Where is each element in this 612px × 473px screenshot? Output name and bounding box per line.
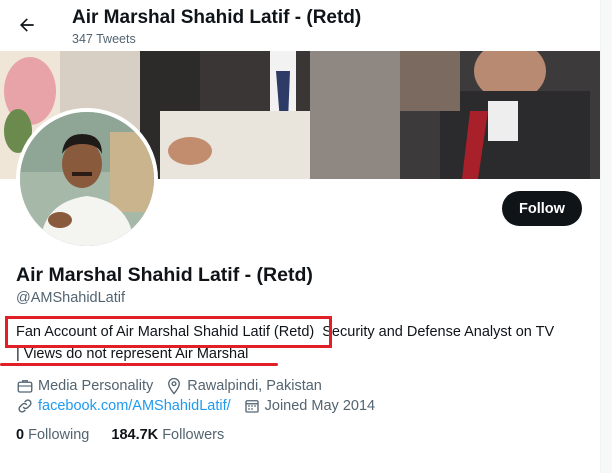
follow-stats: 0 Following 184.7K Followers xyxy=(16,427,242,443)
profile-meta-row-1: Media Personality Rawalpindi, Pakistan xyxy=(16,377,334,395)
followers-count: 184.7K xyxy=(111,427,159,443)
profile-joined: Joined May 2014 xyxy=(243,397,375,415)
profile-header-bar: Air Marshal Shahid Latif - (Retd) 347 Tw… xyxy=(0,0,600,51)
highlight-underline-annotation xyxy=(0,363,278,366)
profile-meta-row-2: facebook.com/AMShahidLatif/ Joined May 2… xyxy=(16,397,387,415)
highlight-box-annotation xyxy=(5,316,332,348)
location-text: Rawalpindi, Pakistan xyxy=(187,378,322,394)
back-arrow-icon xyxy=(20,18,34,32)
following-label: Following xyxy=(28,427,90,443)
followers-label: Followers xyxy=(162,427,225,443)
scrollbar-track[interactable] xyxy=(600,0,612,473)
profile-website[interactable]: facebook.com/AMShahidLatif/ xyxy=(16,397,231,415)
location-pin-icon xyxy=(168,377,181,395)
avatar-photo xyxy=(20,112,154,246)
bio-line-2: | Views do not represent Air Marshal xyxy=(16,346,249,362)
profile-category: Media Personality xyxy=(16,377,153,395)
back-button[interactable] xyxy=(10,8,44,42)
profile-avatar[interactable] xyxy=(16,108,158,250)
calendar-icon xyxy=(244,400,259,413)
header-tweet-count: 347 Tweets xyxy=(72,32,136,46)
category-text: Media Personality xyxy=(38,378,154,394)
following-link[interactable]: 0 Following xyxy=(16,427,89,443)
profile-location: Rawalpindi, Pakistan xyxy=(165,377,322,395)
profile-handle: @AMShahidLatif xyxy=(16,290,126,306)
link-icon xyxy=(18,399,32,413)
website-link[interactable]: facebook.com/AMShahidLatif/ xyxy=(38,398,231,414)
followers-link[interactable]: 184.7K Followers xyxy=(111,427,224,443)
header-title: Air Marshal Shahid Latif - (Retd) xyxy=(72,7,362,28)
profile-name: Air Marshal Shahid Latif - (Retd) xyxy=(16,264,313,286)
joined-text: Joined May 2014 xyxy=(264,398,376,414)
briefcase-icon xyxy=(17,380,33,393)
following-count: 0 xyxy=(16,427,25,443)
follow-button[interactable]: Follow xyxy=(502,191,582,226)
